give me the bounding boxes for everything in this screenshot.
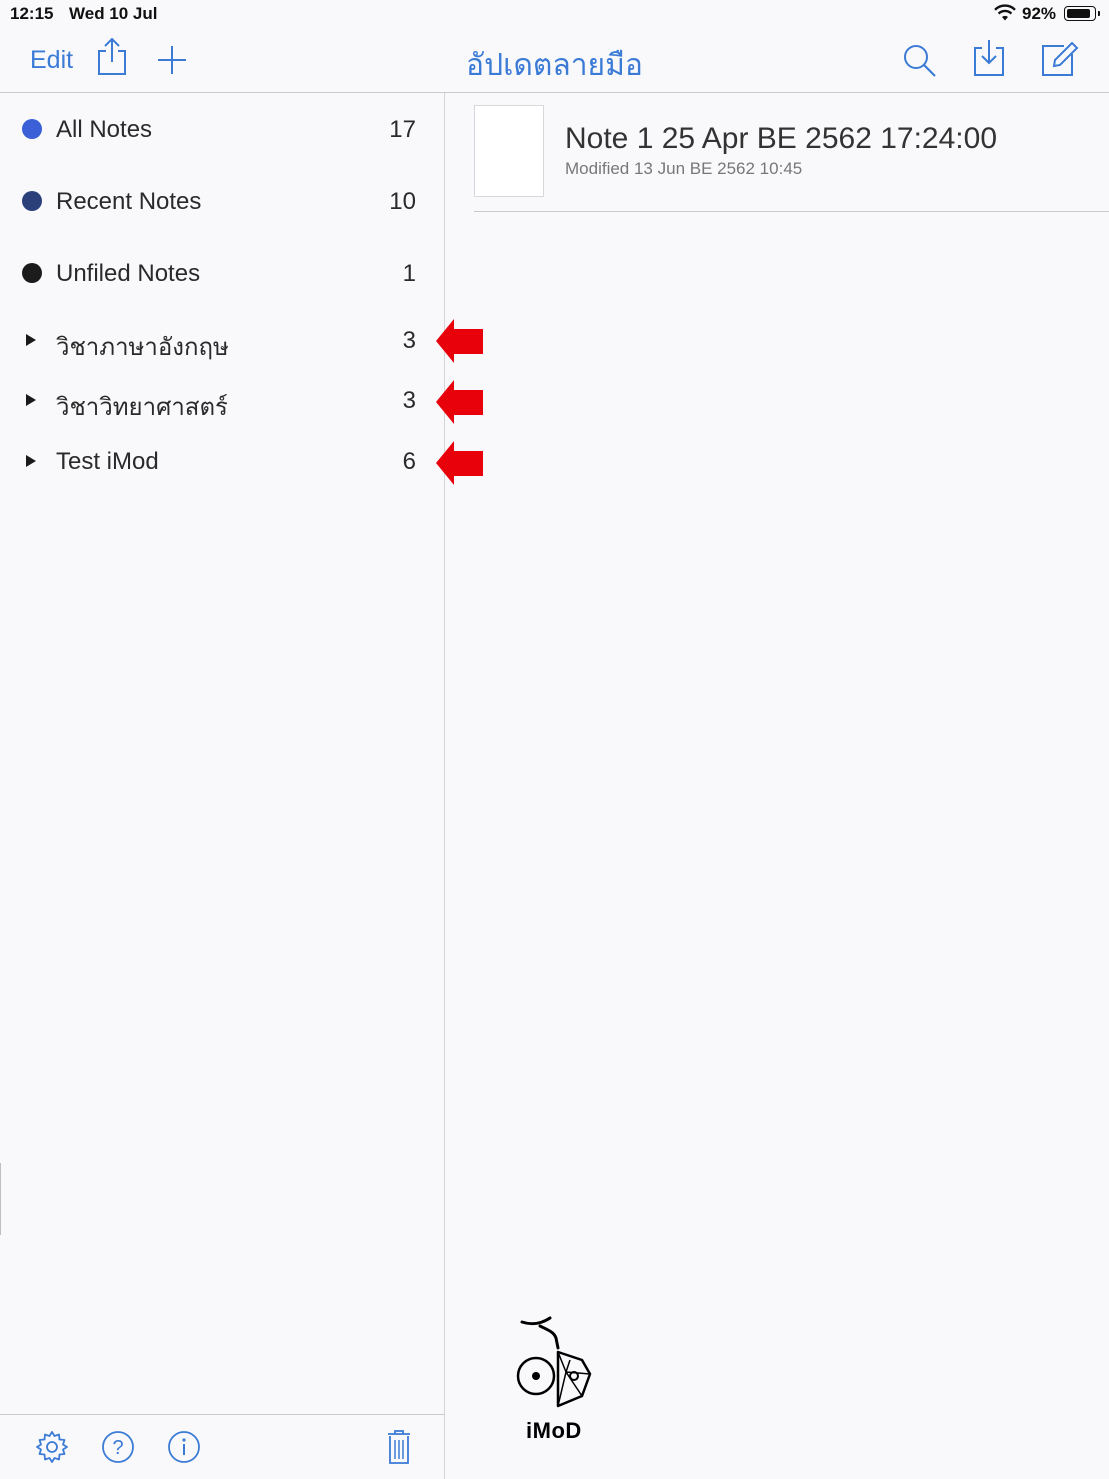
disclosure-triangle-icon[interactable] xyxy=(26,394,36,406)
battery-percent: 92% xyxy=(1022,4,1057,23)
battery-tip xyxy=(1098,11,1100,16)
gear-icon[interactable] xyxy=(35,1430,69,1469)
disclosure-triangle-icon[interactable] xyxy=(26,455,36,467)
sidebar-item-unfiled-notes[interactable]: Unfiled Notes 1 xyxy=(0,243,444,303)
folder-dot-icon xyxy=(22,119,42,139)
sidebar-item-english-folder[interactable]: วิชาภาษาอังกฤษ 3 xyxy=(0,311,444,371)
compose-icon[interactable] xyxy=(1040,40,1080,83)
sidebar-item-count: 3 xyxy=(402,387,416,414)
share-icon[interactable] xyxy=(96,36,128,81)
plus-icon[interactable] xyxy=(156,44,188,81)
sidebar-item-recent-notes[interactable]: Recent Notes 10 xyxy=(0,171,444,231)
note-modified: Modified 13 Jun BE 2562 10:45 xyxy=(565,159,803,178)
watermark-text: iMoD xyxy=(526,1418,582,1443)
help-icon[interactable]: ? xyxy=(101,1430,135,1469)
sidebar-item-count: 3 xyxy=(402,327,416,354)
sidebar-item-label: All Notes xyxy=(56,116,153,143)
search-icon[interactable] xyxy=(902,43,938,84)
sidebar-item-test-imod-folder[interactable]: Test iMod 6 xyxy=(0,432,444,492)
sidebar-item-count: 6 xyxy=(402,448,416,475)
edge-divider xyxy=(0,1163,1,1235)
bottom-toolbar: ? xyxy=(0,1414,445,1479)
nav-bar: Edit อัปเดตลายมือ xyxy=(0,28,1109,93)
sidebar-item-label: Test iMod xyxy=(56,448,159,475)
list-item[interactable]: Note 1 25 Apr BE 2562 17:24:00 Modified … xyxy=(474,105,1109,212)
folder-dot-icon xyxy=(22,263,42,283)
import-icon[interactable] xyxy=(972,38,1006,83)
status-date: Wed 10 Jul xyxy=(69,4,158,23)
folder-dot-icon xyxy=(22,191,42,211)
status-time: 12:15 xyxy=(10,4,54,23)
sidebar-item-label: Unfiled Notes xyxy=(56,260,201,287)
sidebar-item-science-folder[interactable]: วิชาวิทยาศาสตร์ 3 xyxy=(0,371,444,431)
sidebar-item-label: วิชาภาษาอังกฤษ xyxy=(56,334,229,361)
sidebar-item-count: 10 xyxy=(389,188,416,215)
edit-button[interactable]: Edit xyxy=(30,46,73,75)
trash-icon[interactable] xyxy=(386,1428,412,1471)
svg-text:?: ? xyxy=(112,1437,123,1459)
sidebar: All Notes 17 Recent Notes 10 Unfiled Not… xyxy=(0,93,445,1479)
status-bar: 12:15 Wed 10 Jul 92% xyxy=(0,0,1109,28)
sidebar-item-count: 17 xyxy=(389,116,416,143)
disclosure-triangle-icon[interactable] xyxy=(26,334,36,346)
info-icon[interactable] xyxy=(167,1430,201,1469)
note-thumbnail xyxy=(474,105,544,197)
sidebar-item-label: วิชาวิทยาศาสตร์ xyxy=(56,394,228,421)
note-title: Note 1 25 Apr BE 2562 17:24:00 xyxy=(565,122,997,155)
sidebar-item-all-notes[interactable]: All Notes 17 xyxy=(0,99,444,159)
sidebar-item-count: 1 xyxy=(402,260,416,287)
battery-icon xyxy=(1064,6,1096,21)
sidebar-item-label: Recent Notes xyxy=(56,188,202,215)
wifi-icon xyxy=(993,4,1017,27)
note-list: Note 1 25 Apr BE 2562 17:24:00 Modified … xyxy=(446,93,1109,1479)
